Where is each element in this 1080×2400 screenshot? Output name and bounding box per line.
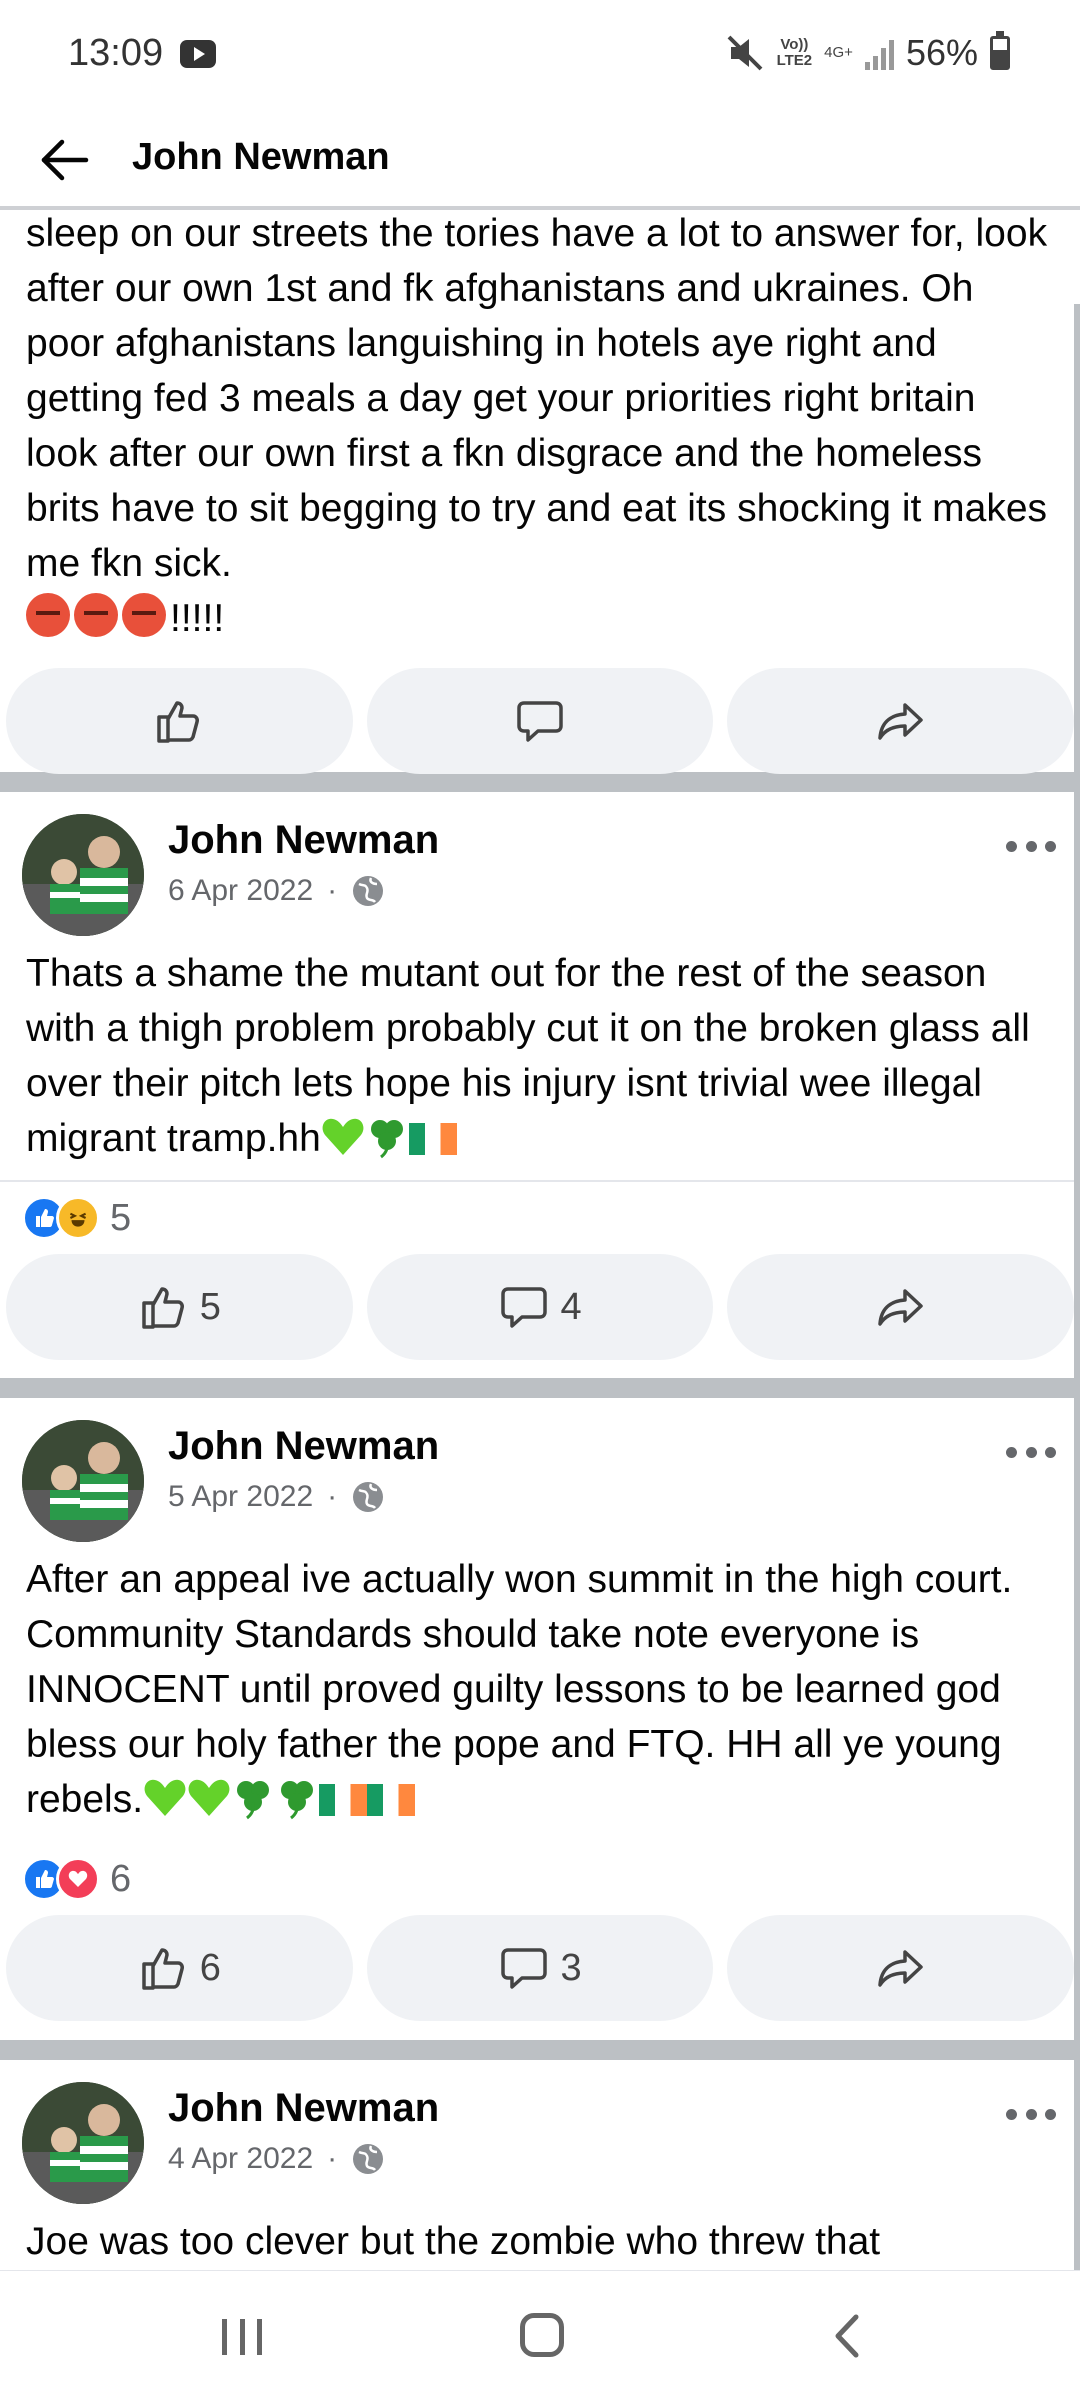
share-arrow-icon: [877, 1289, 923, 1326]
shamrock-emoji-icon: [281, 1781, 314, 1820]
share-button[interactable]: [727, 668, 1075, 774]
angry-emoji-icon: [26, 593, 70, 637]
post-author[interactable]: John Newman: [168, 1424, 439, 1469]
ireland-flag-emoji-icon: [367, 1784, 416, 1816]
like-button[interactable]: 5: [6, 1254, 353, 1360]
status-time: 13:09: [68, 32, 164, 74]
share-arrow-icon: [877, 1950, 923, 1987]
post-actions: [0, 668, 1080, 774]
comment-button[interactable]: 3: [366, 1915, 714, 2021]
post-header: John Newman 5 Apr 2022 ·: [0, 1398, 1080, 1558]
thumbs-up-icon: [142, 1287, 184, 1329]
post-meta: 4 Apr 2022 ·: [168, 2142, 385, 2176]
battery-percent: 56%: [905, 32, 978, 73]
post-card: John Newman 6 Apr 2022 · Thats a shame t…: [0, 792, 1080, 1378]
post-date[interactable]: 5 Apr 2022: [168, 1480, 313, 1514]
post-date[interactable]: 6 Apr 2022: [168, 874, 313, 908]
reaction-count: 6: [110, 1857, 132, 1900]
angry-emoji-icon: [74, 593, 118, 637]
like-button[interactable]: 6: [6, 1915, 353, 2021]
avatar-photo: [22, 2082, 144, 2204]
ireland-flag-emoji-icon: [408, 1123, 457, 1155]
back-arrow-icon[interactable]: [36, 132, 92, 188]
like-button[interactable]: [6, 668, 353, 774]
love-reaction-icon: [56, 1857, 100, 1901]
mute-icon: [727, 35, 763, 71]
battery-icon: [990, 31, 1010, 70]
network-type: 4G+: [824, 44, 853, 61]
avatar[interactable]: [22, 1420, 144, 1542]
share-arrow-icon: [877, 703, 923, 740]
green-heart-emoji-icon: [144, 1779, 186, 1816]
post-text: sleep on our streets the tories have a l…: [26, 214, 1048, 640]
shamrock-emoji-icon: [370, 1120, 403, 1159]
post-author[interactable]: John Newman: [168, 2086, 439, 2131]
post-card: John Newman 5 Apr 2022 · After an appeal…: [0, 1398, 1080, 2040]
share-button[interactable]: [727, 1915, 1075, 2021]
comment-count: 3: [560, 1946, 582, 1989]
avatar[interactable]: [22, 814, 144, 936]
more-dots-icon[interactable]: [1006, 2106, 1056, 2122]
profile-feed[interactable]: sleep on our streets the tories have a l…: [0, 214, 1080, 2270]
reaction-summary[interactable]: 5: [0, 1188, 1080, 1248]
scrollbar[interactable]: [1074, 304, 1080, 2270]
comment-count: 4: [560, 1285, 582, 1328]
system-nav-bar: [0, 2270, 1080, 2400]
more-dots-icon[interactable]: [1006, 838, 1056, 854]
like-count: 6: [199, 1946, 221, 1989]
recents-icon[interactable]: [222, 2319, 262, 2355]
page-title: John Newman: [132, 136, 390, 178]
globe-icon: [353, 2144, 384, 2174]
post-divider: [0, 2040, 1080, 2060]
avatar[interactable]: [22, 2082, 144, 2204]
comment-bubble-icon: [501, 1287, 548, 1328]
post-meta: 6 Apr 2022 ·: [168, 874, 385, 908]
reaction-count: 5: [110, 1196, 132, 1239]
post-text: Joe was too clever but the zombie who th…: [26, 2220, 881, 2263]
post-actions: 6 3: [0, 1915, 1080, 2021]
comment-button[interactable]: 4: [366, 1254, 714, 1360]
more-dots-icon[interactable]: [1006, 1444, 1056, 1460]
like-count: 5: [199, 1285, 221, 1328]
haha-reaction-icon: [56, 1196, 100, 1240]
comment-bubble-icon: [501, 1948, 548, 1989]
post-text: After an appeal ive actually won summit …: [26, 1558, 1013, 1821]
post-card: John Newman 4 Apr 2022 · Joe was too cle…: [0, 2060, 1080, 2270]
comment-button[interactable]: [366, 668, 714, 774]
ireland-flag-emoji-icon: [319, 1784, 368, 1816]
thumbs-up-icon: [142, 1948, 184, 1990]
avatar-photo: [22, 814, 144, 936]
post-card: sleep on our streets the tories have a l…: [0, 214, 1080, 774]
avatar-photo: [22, 1420, 144, 1542]
post-author[interactable]: John Newman: [168, 818, 439, 863]
nav-back-icon[interactable]: [826, 2311, 866, 2361]
green-heart-emoji-icon: [322, 1118, 364, 1155]
post-text: Thats a shame the mutant out for the res…: [26, 952, 1030, 1160]
globe-icon: [353, 876, 384, 906]
home-icon[interactable]: [520, 2313, 564, 2357]
post-actions: 5 4: [0, 1254, 1080, 1360]
post-header: John Newman 6 Apr 2022 ·: [0, 792, 1080, 952]
post-divider: [0, 1378, 1080, 1398]
angry-emoji-icon: [122, 593, 166, 637]
status-indicators: Vo)) LTE2 4G+ 56%: [725, 30, 1010, 76]
shamrock-emoji-icon: [237, 1781, 270, 1820]
app-header: John Newman: [0, 110, 1080, 210]
share-button[interactable]: [727, 1254, 1075, 1360]
green-heart-emoji-icon: [188, 1779, 230, 1816]
post-meta: 5 Apr 2022 ·: [168, 1480, 385, 1514]
post-divider: [0, 772, 1080, 792]
status-bar: 13:09 Vo)) LTE2 4G+ 56%: [0, 0, 1080, 110]
globe-icon: [353, 1482, 384, 1512]
post-header: John Newman 4 Apr 2022 ·: [0, 2060, 1080, 2220]
thumbs-up-icon: [157, 701, 200, 743]
signal-icon: [864, 36, 894, 70]
youtube-notification-icon: [180, 40, 216, 68]
reaction-summary[interactable]: 6: [0, 1849, 1080, 1909]
comment-bubble-icon: [517, 701, 563, 742]
post-date[interactable]: 4 Apr 2022: [168, 2142, 313, 2176]
volte-indicator: Vo)) LTE2: [776, 36, 813, 69]
